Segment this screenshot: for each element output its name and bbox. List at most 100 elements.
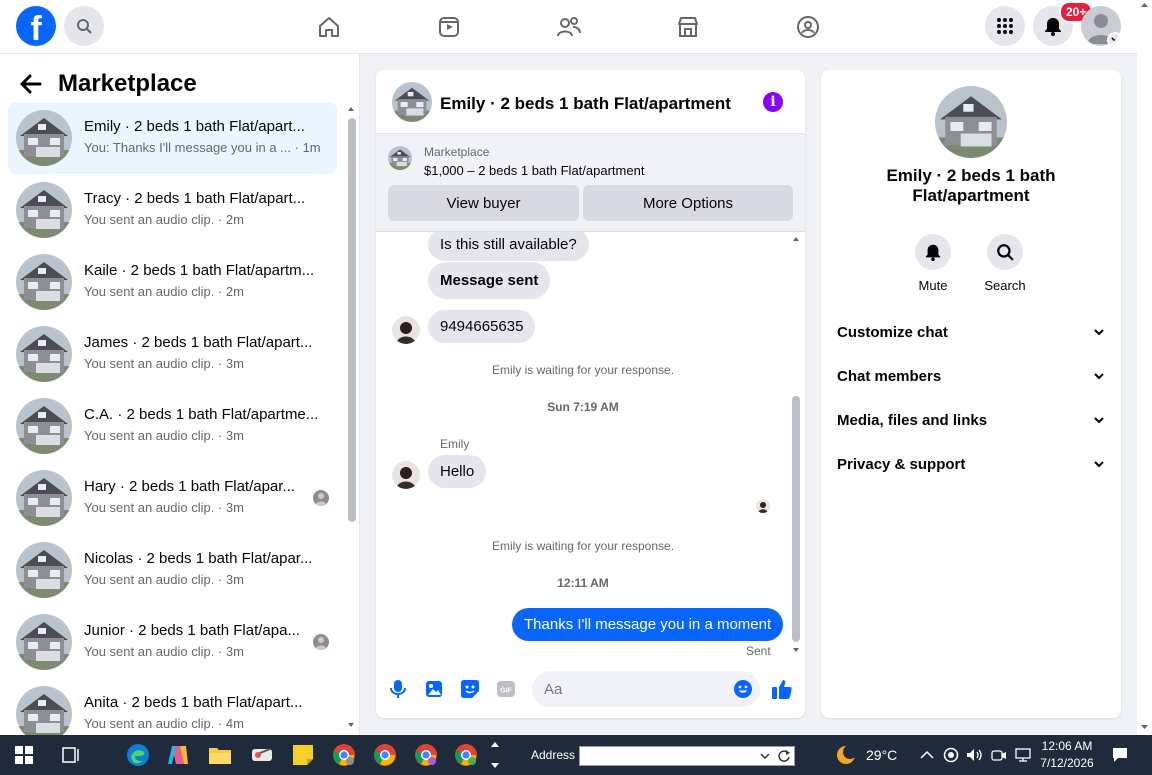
listing-thumbnail <box>16 542 72 598</box>
view-buyer-button[interactable]: View buyer <box>388 185 579 221</box>
message-bubble[interactable]: 9494665635 <box>428 310 536 343</box>
edge-app[interactable] <box>126 743 150 767</box>
contact-avatar[interactable] <box>392 316 420 344</box>
listing-thumbnail-large[interactable] <box>935 86 1007 158</box>
info-icon[interactable]: i <box>763 92 783 112</box>
scrollbar-thumb[interactable] <box>792 396 800 642</box>
edge-icon <box>127 744 149 766</box>
conversation-item[interactable]: C.A. · 2 beds 1 bath Flat/apartme... You … <box>8 390 337 462</box>
system-clock[interactable]: 12:06 AM 7/12/2026 <box>1037 738 1097 772</box>
chrome-profile-1[interactable] <box>332 743 356 767</box>
conversation-item[interactable]: Anita · 2 beds 1 bath Flat/apart... You s… <box>8 678 337 735</box>
my-message-bubble[interactable]: Thanks I'll message you in a moment <box>512 608 784 641</box>
home-icon <box>319 17 339 37</box>
conversation-item[interactable]: Nicolas · 2 beds 1 bath Flat/apar... You … <box>8 534 337 606</box>
chrome-profile-2[interactable] <box>414 743 438 767</box>
listing-small-thumbnail <box>388 146 412 170</box>
more-options-button[interactable]: More Options <box>583 185 793 221</box>
conversation-preview: You sent an audio clip. · 3m <box>84 500 329 515</box>
groups-nav-button[interactable] <box>791 10 825 44</box>
friends-nav-button[interactable] <box>552 10 586 44</box>
settings-section[interactable]: Privacy & support <box>837 452 1105 476</box>
mute-button[interactable] <box>915 234 951 270</box>
conversation-item[interactable]: Hary · 2 beds 1 bath Flat/apar... You sen… <box>8 462 337 534</box>
listing-price[interactable]: $1,000 – 2 beds 1 bath Flat/apartment <box>424 163 644 178</box>
conversation-item[interactable]: Kaile · 2 beds 1 bath Flat/apartm... You … <box>8 246 337 318</box>
marketplace-nav-button[interactable] <box>671 10 705 44</box>
meet-now-icon[interactable] <box>991 747 1007 763</box>
conversation-item[interactable]: Emily · 2 beds 1 bath Flat/apart... You: … <box>8 102 337 174</box>
like-button[interactable] <box>771 678 793 700</box>
page-scrollbar[interactable] <box>1137 0 1152 735</box>
scrollbar-thumb[interactable] <box>348 118 356 522</box>
listing-thumbnail[interactable] <box>392 82 432 122</box>
task-view-button[interactable] <box>59 743 83 767</box>
search-button[interactable] <box>64 6 104 46</box>
network-icon[interactable] <box>1014 747 1032 763</box>
search-action[interactable]: Search <box>975 234 1035 293</box>
message-bubble[interactable]: Message sent <box>428 262 551 299</box>
sticker-button[interactable] <box>459 678 481 700</box>
message-input[interactable] <box>532 671 760 707</box>
sticky-notes-app[interactable] <box>291 743 315 767</box>
search-in-conversation-button[interactable] <box>987 234 1023 270</box>
photo-icon <box>426 681 442 697</box>
contact-avatar[interactable] <box>392 461 420 489</box>
chevron-down-icon[interactable] <box>760 753 770 761</box>
profile-avatar[interactable] <box>1081 6 1121 46</box>
home-nav-button[interactable] <box>312 10 346 44</box>
back-arrow-icon[interactable] <box>20 74 42 94</box>
speaker-icon[interactable] <box>966 747 984 763</box>
listing-thumbnail <box>16 110 72 166</box>
page-title: Marketplace <box>58 70 197 97</box>
copilot-app[interactable] <box>166 743 190 767</box>
settings-section[interactable]: Customize chat <box>837 320 1105 344</box>
chevron-down-icon <box>1094 461 1104 468</box>
address-toolbar-input[interactable] <box>579 746 795 766</box>
chevron-down-icon <box>1111 37 1119 43</box>
snipping-tool-app[interactable] <box>250 743 274 767</box>
scissors-icon <box>252 748 272 761</box>
settings-section[interactable]: Chat members <box>837 364 1105 388</box>
conversation-item[interactable]: Tracy · 2 beds 1 bath Flat/apart... You s… <box>8 174 337 246</box>
show-hidden-icons-icon[interactable] <box>920 750 934 760</box>
video-nav-button[interactable] <box>432 10 466 44</box>
message-bubble[interactable]: Hello <box>428 455 487 488</box>
conversation-preview: You sent an audio clip. · 2m <box>84 212 329 227</box>
emoji-button[interactable] <box>732 678 754 700</box>
conversation-name: Emily · 2 beds 1 bath Flat/apartment <box>886 166 1056 205</box>
temperature[interactable]: 29°C <box>866 747 897 763</box>
start-button[interactable] <box>12 743 36 767</box>
gif-button[interactable]: GIF <box>495 678 517 700</box>
conversation-item[interactable]: James · 2 beds 1 bath Flat/apart... You s… <box>8 318 337 390</box>
refresh-icon[interactable] <box>777 749 791 763</box>
attach-photo-button[interactable] <box>423 678 445 700</box>
menu-button[interactable] <box>985 6 1025 46</box>
conversation-item[interactable]: Junior · 2 beds 1 bath Flat/apa... You se… <box>8 606 337 678</box>
conversation-name: James · 2 beds 1 bath Flat/apart... <box>84 334 313 351</box>
file-explorer-app[interactable] <box>208 743 232 767</box>
message-bubble[interactable]: Is this still available? <box>428 232 589 261</box>
conversation-name: Junior · 2 beds 1 bath Flat/apa... <box>84 622 300 639</box>
settings-section[interactable]: Media, files and links <box>837 408 1105 432</box>
notifications-center-icon[interactable] <box>1111 746 1129 764</box>
chat-details-panel: Emily · 2 beds 1 bath Flat/apartment Mut… <box>821 70 1121 718</box>
facebook-logo[interactable]: f <box>16 6 56 46</box>
chrome-app[interactable] <box>373 743 397 767</box>
mute-action[interactable]: Mute <box>903 234 963 293</box>
preview-text: You sent an audio clip. <box>84 644 215 659</box>
account-chevron[interactable] <box>1107 32 1121 46</box>
chat-title[interactable]: Emily · 2 beds 1 bath Flat/apartment <box>440 94 731 114</box>
record-icon[interactable] <box>943 747 959 763</box>
preview-time: · 3m <box>217 356 244 371</box>
voice-clip-button[interactable] <box>387 678 409 700</box>
timestamp: Sun 7:19 AM <box>547 400 619 414</box>
scroll-down-arrow-icon <box>793 648 799 652</box>
microphone-icon <box>390 680 406 698</box>
thread-scrollbar[interactable] <box>789 232 803 657</box>
weather-widget[interactable] <box>834 743 858 767</box>
taskbar-overflow-arrows[interactable] <box>489 737 501 773</box>
chrome-profile-3[interactable] <box>454 743 478 767</box>
search-label: Search <box>984 278 1026 293</box>
conversation-list-scrollbar[interactable] <box>345 104 357 732</box>
